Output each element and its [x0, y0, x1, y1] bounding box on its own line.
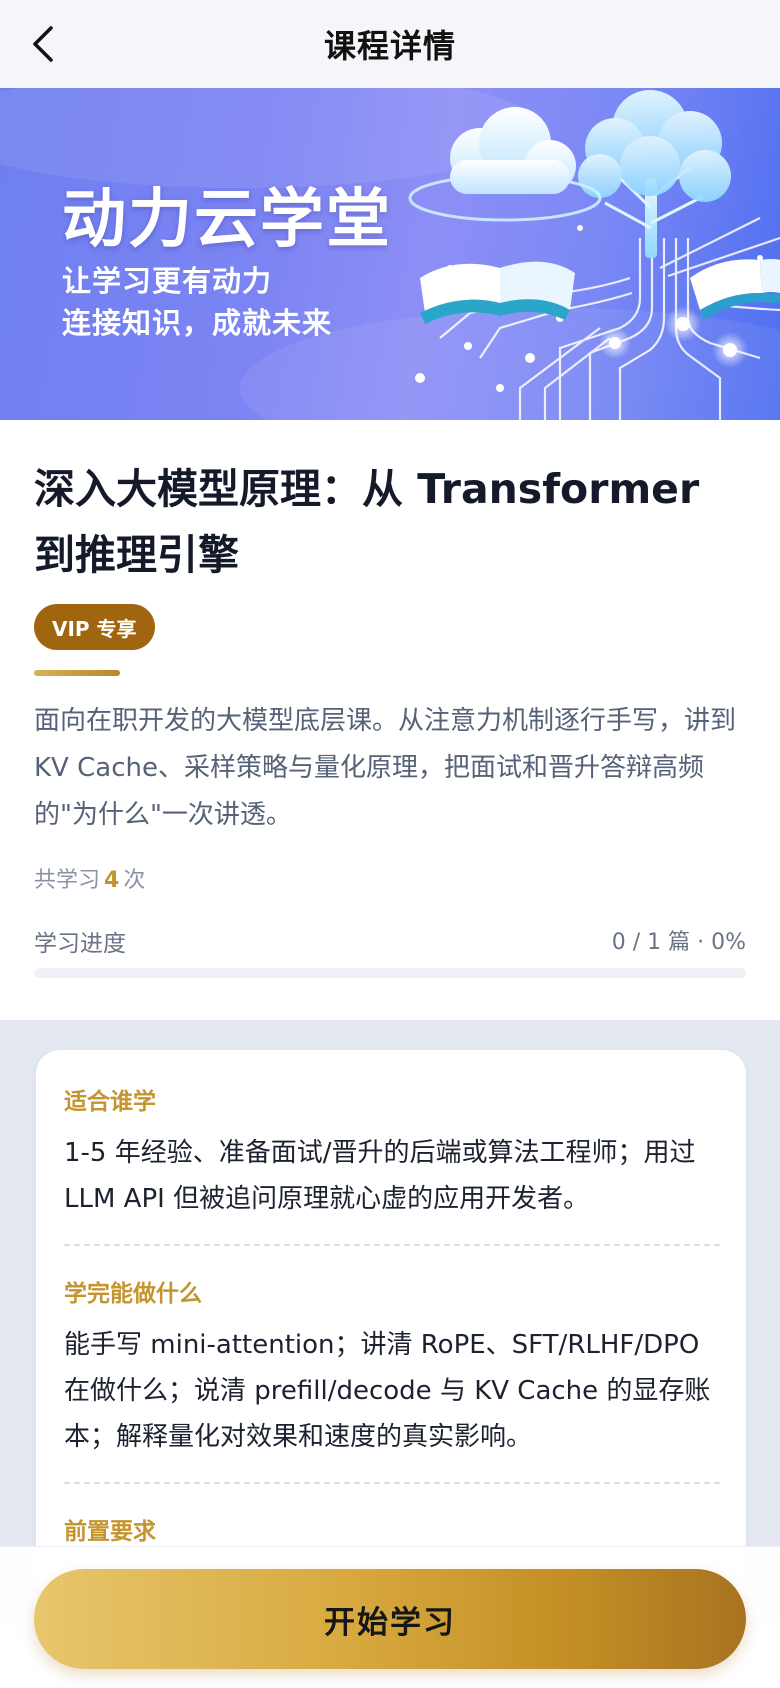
study-count-suffix: 次 [123, 868, 146, 893]
course-details-card: 适合谁学 1-5 年经验、准备面试/晋升的后端或算法工程师；用过 LLM API… [36, 1050, 746, 1610]
section-heading: 适合谁学 [64, 1089, 156, 1115]
banner-slogan-2: 连接知识，成就未来 [62, 306, 333, 340]
course-banner: 动力云学堂 让学习更有动力 连接知识，成就未来 [0, 88, 780, 420]
progress-bar [34, 968, 746, 978]
section-divider [64, 1482, 720, 1484]
vip-badge: VIP 专享 [34, 604, 155, 650]
page-title: 课程详情 [323, 27, 456, 65]
study-count-prefix: 共学习 [34, 868, 101, 893]
section-outcomes: 学完能做什么 能手写 mini-attention；讲清 RoPE、SFT/RL… [64, 1274, 720, 1460]
study-count-number: 4 [104, 868, 120, 893]
section-heading: 学完能做什么 [64, 1281, 202, 1307]
progress-value: 0 / 1 篇 · 0% [611, 930, 746, 955]
progress-label: 学习进度 [34, 931, 126, 957]
course-title: 深入大模型原理：从 Transformer 到推理引擎 [34, 465, 700, 579]
section-prerequisites: 前置要求 [64, 1512, 720, 1546]
bottom-action-bar: 开始学习 [0, 1546, 780, 1688]
title-divider [34, 670, 120, 676]
section-body: 1-5 年经验、准备面试/晋升的后端或算法工程师；用过 LLM API 但被追问… [64, 1138, 696, 1214]
study-count: 共学习 4 次 [34, 862, 145, 894]
banner-title: 动力云学堂 [62, 183, 392, 257]
chevron-left-icon [33, 26, 53, 62]
section-divider [64, 1244, 720, 1246]
course-info-panel: 深入大模型原理：从 Transformer 到推理引擎 VIP 专享 面向在职开… [0, 420, 780, 1020]
section-heading: 前置要求 [64, 1519, 156, 1545]
start-learning-button[interactable]: 开始学习 [34, 1569, 746, 1669]
section-body: 能手写 mini-attention；讲清 RoPE、SFT/RLHF/DPO … [64, 1330, 711, 1452]
banner-slogan-1: 让学习更有动力 [62, 264, 273, 298]
course-description: 面向在职开发的大模型底层课。从注意力机制逐行手写，讲到 KV Cache、采样策… [34, 706, 737, 830]
back-button[interactable] [18, 18, 70, 70]
section-audience: 适合谁学 1-5 年经验、准备面试/晋升的后端或算法工程师；用过 LLM API… [64, 1082, 720, 1222]
top-nav-bar: 课程详情 [0, 0, 780, 88]
